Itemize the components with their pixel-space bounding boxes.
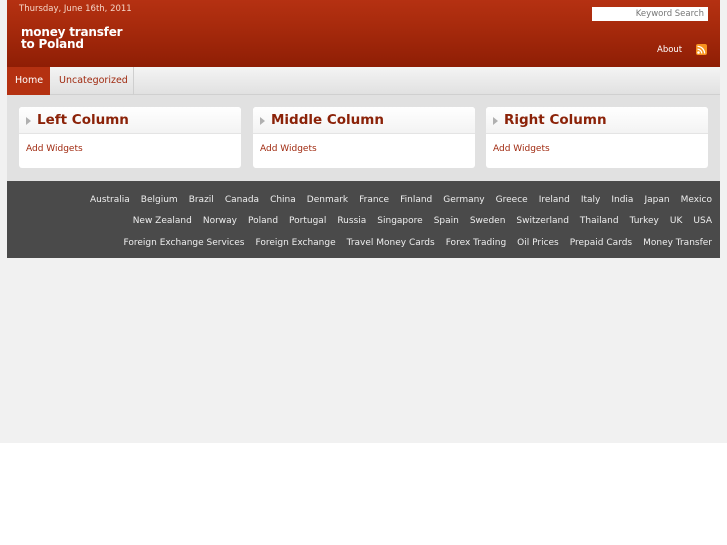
tab-home[interactable]: Home xyxy=(7,67,50,95)
footer-link[interactable]: Prepaid Cards xyxy=(570,238,632,248)
main-nav: Home Uncategorized xyxy=(7,67,720,95)
widget-right-column: Right Column Add Widgets xyxy=(486,107,708,168)
footer-link[interactable]: Switzerland xyxy=(516,216,569,226)
widget-middle-column: Middle Column Add Widgets xyxy=(253,107,475,168)
add-widgets-link[interactable]: Add Widgets xyxy=(260,144,317,154)
footer-link[interactable]: China xyxy=(270,195,296,205)
footer-link[interactable]: Spain xyxy=(434,216,459,226)
footer-link[interactable]: UK xyxy=(670,216,683,226)
widget-title-bar: Left Column xyxy=(19,107,241,134)
footer-link[interactable]: Turkey xyxy=(630,216,659,226)
footer-link[interactable]: Italy xyxy=(581,195,601,205)
footer-link[interactable]: Foreign Exchange xyxy=(255,238,335,248)
footer-link[interactable]: Germany xyxy=(443,195,484,205)
add-widgets-link[interactable]: Add Widgets xyxy=(26,144,83,154)
nav-divider xyxy=(133,67,134,95)
tab-uncategorized[interactable]: Uncategorized xyxy=(51,67,136,95)
footer-link[interactable]: Japan xyxy=(644,195,669,205)
footer-link[interactable]: Greece xyxy=(496,195,528,205)
footer-link[interactable]: Belgium xyxy=(141,195,178,205)
widget-title-bar: Right Column xyxy=(486,107,708,134)
rss-icon[interactable] xyxy=(696,44,707,55)
footer-link[interactable]: Foreign Exchange Services xyxy=(124,238,245,248)
widget-title: Right Column xyxy=(504,112,607,128)
footer-link[interactable]: Oil Prices xyxy=(517,238,559,248)
about-link[interactable]: About xyxy=(657,45,682,55)
footer-link[interactable]: Australia xyxy=(90,195,130,205)
site-footer: Australia Belgium Brazil Canada China Denmark… xyxy=(7,181,720,258)
footer-countries-row-1: Australia Belgium Brazil Canada China Denmark… xyxy=(79,194,712,208)
footer-link[interactable]: USA xyxy=(693,216,712,226)
footer-link[interactable]: Travel Money Cards xyxy=(347,238,435,248)
footer-link[interactable]: Russia xyxy=(337,216,366,226)
footer-link[interactable]: Poland xyxy=(248,216,278,226)
footer-link[interactable]: Thailand xyxy=(580,216,619,226)
logo-line-2: to Poland xyxy=(21,37,84,51)
triangle-right-icon xyxy=(26,117,31,125)
footer-link[interactable]: Brazil xyxy=(189,195,214,205)
footer-link[interactable]: India xyxy=(611,195,633,205)
widget-title: Left Column xyxy=(37,112,129,128)
footer-link[interactable]: Singapore xyxy=(377,216,422,226)
footer-services-row: Foreign Exchange Services Foreign Exchang… xyxy=(113,237,712,251)
footer-link[interactable]: Denmark xyxy=(307,195,348,205)
triangle-right-icon xyxy=(493,117,498,125)
footer-link[interactable]: Sweden xyxy=(470,216,506,226)
footer-link[interactable]: France xyxy=(359,195,389,205)
search-input[interactable] xyxy=(592,7,708,21)
footer-link[interactable]: Mexico xyxy=(681,195,712,205)
widget-left-column: Left Column Add Widgets xyxy=(19,107,241,168)
footer-link[interactable]: Portugal xyxy=(289,216,326,226)
footer-countries-row-2: New Zealand Norway Poland Portugal Russia Sin… xyxy=(122,215,712,229)
site-header: Thursday, June 16th, 2011 money transfer… xyxy=(7,0,720,67)
widget-area: Left Column Add Widgets Middle Column Ad… xyxy=(7,95,720,181)
footer-link[interactable]: Forex Trading xyxy=(446,238,506,248)
header-date: Thursday, June 16th, 2011 xyxy=(19,4,132,14)
footer-link[interactable]: Money Transfer xyxy=(643,238,712,248)
triangle-right-icon xyxy=(260,117,265,125)
footer-link[interactable]: Finland xyxy=(400,195,432,205)
footer-link[interactable]: New Zealand xyxy=(133,216,192,226)
site-logo[interactable]: money transfer to Poland xyxy=(21,26,123,51)
page-wrapper: Thursday, June 16th, 2011 money transfer… xyxy=(7,0,720,258)
add-widgets-link[interactable]: Add Widgets xyxy=(493,144,550,154)
widget-title: Middle Column xyxy=(271,112,384,128)
widget-title-bar: Middle Column xyxy=(253,107,475,134)
footer-link[interactable]: Ireland xyxy=(539,195,570,205)
footer-link[interactable]: Norway xyxy=(203,216,237,226)
footer-link[interactable]: Canada xyxy=(225,195,259,205)
